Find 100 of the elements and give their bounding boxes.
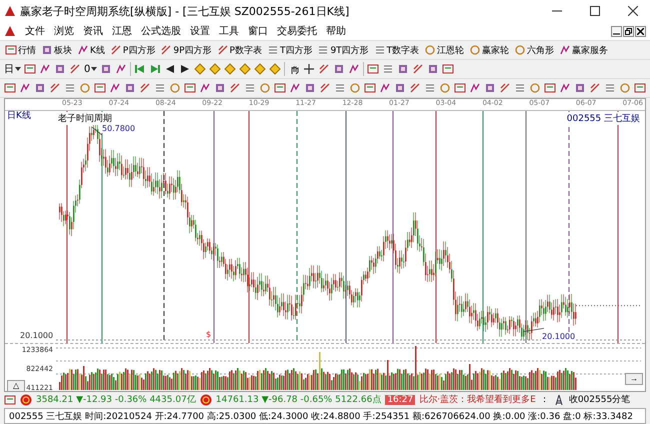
drawing-tool-icon[interactable] — [499, 82, 511, 94]
diamond-icon[interactable] — [224, 63, 236, 75]
drawing-tool-icon[interactable] — [184, 82, 196, 94]
drawing-tool-icon[interactable] — [409, 82, 421, 94]
menu-item[interactable]: 资讯 — [83, 24, 103, 38]
drawing-tool-icon[interactable] — [484, 82, 496, 94]
toolbar-icon[interactable] — [424, 44, 436, 56]
toolbar-icon[interactable] — [5, 44, 17, 56]
drawing-tool-icon[interactable] — [49, 82, 61, 94]
menu-item[interactable]: 窗口 — [248, 24, 268, 38]
drawing-tool-icon[interactable] — [379, 82, 391, 94]
restore-button[interactable] — [623, 26, 634, 36]
drawing-tool-icon[interactable] — [319, 82, 331, 94]
chart-tool-icon[interactable] — [24, 63, 36, 75]
toolbar-icon[interactable] — [77, 44, 89, 56]
chart-tool-icon[interactable] — [115, 63, 128, 75]
drawing-tool-icon[interactable] — [109, 82, 121, 94]
drawing-tool-icon[interactable] — [304, 82, 316, 94]
drawing-tool-icon[interactable] — [154, 82, 166, 94]
toolbar-icon[interactable] — [216, 44, 228, 56]
drawing-tool-icon[interactable] — [544, 82, 556, 94]
chart-tool-icon[interactable] — [427, 63, 440, 75]
toolbar-button[interactable]: P四方形 — [108, 44, 156, 56]
toolbar-button[interactable]: 板块 — [40, 44, 73, 56]
chart-tool-icon[interactable] — [397, 63, 410, 75]
toolbar-button[interactable]: 江恩轮 — [423, 44, 466, 56]
drawing-tool-icon[interactable] — [514, 82, 526, 94]
drawing-tool-icon[interactable] — [4, 82, 16, 94]
drawing-tool-icon[interactable] — [454, 82, 466, 94]
play-left-icon[interactable] — [164, 63, 176, 75]
drawing-tool-icon[interactable] — [439, 82, 451, 94]
drawing-tool-icon[interactable] — [634, 82, 646, 94]
diamond-icon[interactable] — [194, 63, 206, 75]
chart-tool-icon[interactable] — [348, 63, 360, 75]
menu-item[interactable]: 江恩 — [112, 24, 132, 38]
drawing-tool-icon[interactable] — [229, 82, 241, 94]
diamond-icon[interactable] — [239, 63, 252, 75]
chart-tool-icon[interactable] — [318, 63, 330, 75]
toolbar-icon[interactable] — [110, 44, 122, 56]
drawing-tool-icon[interactable] — [289, 82, 301, 94]
scroll-button[interactable]: → — [625, 373, 643, 385]
period-dropdown[interactable]: 日 — [4, 62, 21, 76]
collapse-button[interactable]: △ — [7, 380, 25, 392]
drawing-tool-icon[interactable] — [424, 82, 436, 94]
minimize-button[interactable] — [611, 26, 622, 36]
chart-tool-icon[interactable] — [412, 63, 424, 75]
menu-item[interactable]: 帮助 — [326, 24, 346, 38]
close-button[interactable] — [635, 26, 646, 36]
toolbar-icon[interactable] — [374, 44, 386, 56]
toolbar-icon[interactable] — [514, 44, 526, 56]
drawing-tool-icon[interactable] — [559, 82, 571, 94]
toolbar-icon[interactable] — [559, 44, 572, 56]
toolbar-button[interactable]: 赢家轮 — [468, 44, 510, 56]
drawing-tool-icon[interactable] — [199, 82, 211, 94]
diamond-icon[interactable] — [269, 63, 282, 75]
drawing-tool-icon[interactable] — [124, 82, 136, 94]
menu-item[interactable]: 工具 — [219, 24, 239, 38]
menu-item[interactable]: 交易委托 — [277, 24, 317, 38]
toolbar-button[interactable]: K线 — [76, 44, 106, 56]
toolbar-button[interactable]: T四方形 — [266, 44, 314, 56]
toolbar-button[interactable]: P数字表 — [216, 44, 263, 56]
drawing-tool-icon[interactable] — [259, 82, 271, 94]
toolbar-icon[interactable] — [41, 44, 53, 56]
toolbar-icon[interactable] — [266, 44, 279, 56]
drawing-tool-icon[interactable] — [19, 82, 31, 94]
drawing-tool-icon[interactable] — [139, 82, 151, 94]
toolbar-button[interactable]: 六角形 — [513, 44, 556, 56]
toolbar-button[interactable]: 9P四方形 — [159, 44, 212, 56]
trade-link[interactable]: 收002555分笔 — [568, 393, 630, 406]
drawing-tool-icon[interactable] — [244, 82, 256, 94]
drawing-tool-icon[interactable] — [364, 82, 376, 94]
drawing-tool-icon[interactable] — [94, 82, 106, 94]
drawing-tool-icon[interactable] — [79, 82, 91, 94]
diamond-icon[interactable] — [209, 63, 222, 75]
toolbar-button[interactable]: 9T四方形 — [316, 44, 370, 56]
offset-dropdown[interactable]: 0 — [84, 64, 98, 74]
drawing-tool-icon[interactable] — [589, 82, 601, 94]
menu-item[interactable]: 文件 — [25, 24, 45, 38]
chart-tool-icon[interactable] — [333, 63, 346, 75]
drawing-tool-icon[interactable] — [529, 82, 541, 94]
diamond-icon[interactable] — [254, 63, 266, 75]
play-right-icon[interactable] — [179, 63, 192, 75]
drawing-tool-icon[interactable] — [574, 82, 586, 94]
chart-tool-icon[interactable] — [100, 63, 112, 75]
drawing-tool-icon[interactable] — [169, 82, 181, 94]
toolbar-icon[interactable] — [160, 44, 172, 56]
drawing-tool-icon[interactable] — [469, 82, 481, 94]
menu-item[interactable]: 浏览 — [54, 24, 74, 38]
chart-tool-icon[interactable] — [54, 63, 66, 75]
drawing-tool-icon[interactable] — [64, 82, 76, 94]
drawing-tool-icon[interactable] — [619, 82, 631, 94]
drawing-tool-icon[interactable] — [334, 82, 346, 94]
drawing-tool-icon[interactable] — [349, 82, 361, 94]
drawing-tool-icon[interactable] — [274, 82, 286, 94]
toolbar-icon[interactable] — [469, 44, 482, 56]
toolbar-button[interactable]: T数字表 — [372, 44, 420, 56]
toolbar-button[interactable]: 赢家服务 — [558, 44, 610, 56]
drawing-tool-icon[interactable] — [394, 82, 406, 94]
chart-tool-icon[interactable] — [367, 63, 380, 75]
toolbar-icon[interactable] — [317, 44, 330, 56]
